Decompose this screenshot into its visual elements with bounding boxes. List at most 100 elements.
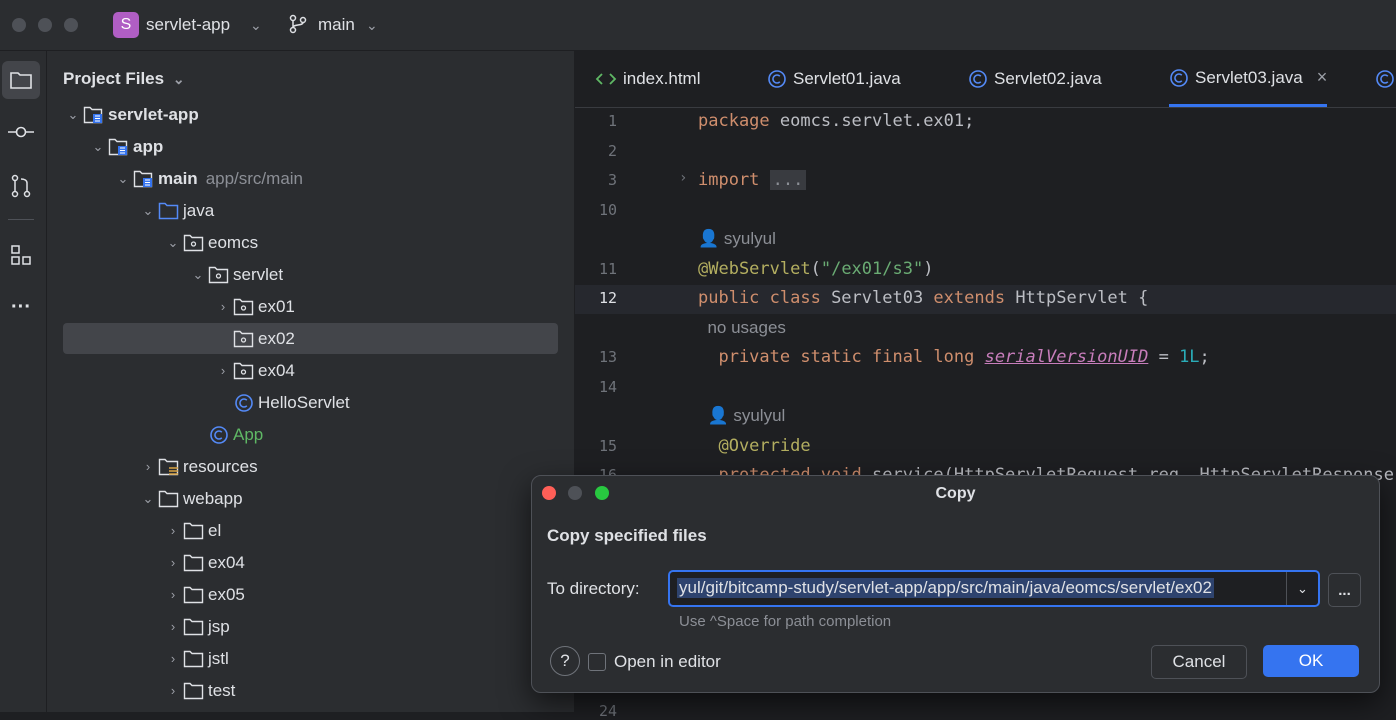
tree-item[interactable]: › ex05 xyxy=(63,579,558,610)
activity-bar: ··· xyxy=(0,51,47,712)
chevron-right-icon[interactable]: › xyxy=(163,555,183,570)
tree-item[interactable]: ⌄ app xyxy=(63,131,558,162)
tree-item[interactable]: ⌄ main app/src/main xyxy=(63,163,558,194)
copy-dialog: Copy Copy specified files To directory: … xyxy=(531,475,1380,693)
panel-title[interactable]: Project Files ⌄ xyxy=(63,69,185,89)
help-button[interactable]: ? xyxy=(550,646,580,676)
class-icon[interactable] xyxy=(1375,69,1395,94)
code-line: 11 @WebServlet("/ex01/s3") xyxy=(575,256,1396,285)
tree-item-label: App xyxy=(233,424,264,444)
structure-icon[interactable] xyxy=(2,236,40,274)
pull-requests-icon[interactable] xyxy=(2,167,40,205)
package-icon xyxy=(233,328,255,350)
folder-icon xyxy=(183,616,205,638)
tree-item-path-hint: app/src/main xyxy=(205,168,304,188)
panel-title-label: Project Files xyxy=(63,69,165,88)
package-icon xyxy=(208,264,230,286)
tree-item[interactable]: ⌄ servlet-app xyxy=(63,99,558,130)
code-text: 👤 syulyul xyxy=(698,229,776,249)
to-directory-field[interactable]: yul/git/bitcamp-study/servlet-app/app/sr… xyxy=(668,570,1320,607)
tree-item-label: el xyxy=(208,520,222,540)
line-number: 1 xyxy=(607,112,617,130)
chevron-down-icon[interactable]: ⌄ xyxy=(113,171,133,187)
tree-item[interactable]: App xyxy=(63,419,558,450)
chevron-right-icon[interactable]: › xyxy=(163,683,183,698)
code-token: @WebServlet xyxy=(698,258,811,279)
commit-icon[interactable] xyxy=(2,113,40,151)
window-minimize-button[interactable] xyxy=(38,18,52,32)
code-token[interactable]: ... xyxy=(769,170,807,190)
chevron-down-icon[interactable]: ⌄ xyxy=(138,491,158,507)
code-text: 👤 syulyul xyxy=(698,406,785,426)
chevron-down-icon[interactable]: ⌄ xyxy=(138,203,158,219)
browse-button[interactable]: ... xyxy=(1328,573,1361,607)
tab-servlet01-java[interactable]: Servlet01.java xyxy=(767,51,901,107)
close-icon[interactable]: × xyxy=(1317,67,1328,88)
tree-item[interactable]: HelloServlet xyxy=(63,387,558,418)
editor-tabs: index.html Servlet01.java Servlet02.java Se… xyxy=(575,51,1396,108)
chevron-down-icon[interactable]: ⌄ xyxy=(88,139,108,155)
tree-item-label: main xyxy=(158,168,198,188)
window-close-button[interactable] xyxy=(12,18,26,32)
tree-item[interactable]: ⌄ servlet xyxy=(63,259,558,290)
chevron-down-icon[interactable]: ⌄ xyxy=(366,17,378,34)
tree-item[interactable]: › resources xyxy=(63,451,558,482)
tree-item[interactable]: › el xyxy=(63,515,558,546)
folder-icon[interactable] xyxy=(2,61,40,99)
ok-button[interactable]: OK xyxy=(1263,645,1359,677)
tree-item-label: ex04 xyxy=(208,552,245,572)
tree-item[interactable]: › jstl xyxy=(63,643,558,674)
code-token: package xyxy=(698,111,770,131)
tab-servlet02-java[interactable]: Servlet02.java xyxy=(968,51,1102,107)
chevron-right-icon[interactable]: › xyxy=(163,651,183,666)
chevron-right-icon[interactable]: › xyxy=(213,299,233,314)
chevron-right-icon[interactable]: › xyxy=(213,363,233,378)
tab-label: Servlet01.java xyxy=(793,69,901,88)
project-badge[interactable]: S xyxy=(113,12,139,38)
code-line: 👤 syulyul xyxy=(575,403,1396,432)
chevron-down-icon[interactable]: ⌄ xyxy=(173,71,185,87)
class-icon xyxy=(208,424,230,446)
cancel-button[interactable]: Cancel xyxy=(1151,645,1247,679)
open-in-editor-label[interactable]: Open in editor xyxy=(614,652,721,672)
project-panel: Project Files ⌄ ⌄ servlet-app ⌄ app ⌄ main app… xyxy=(47,51,574,712)
to-directory-value[interactable]: yul/git/bitcamp-study/servlet-app/app/sr… xyxy=(677,578,1214,598)
code-token: private static final long xyxy=(698,347,985,367)
branch-name[interactable]: main xyxy=(318,15,355,35)
chevron-down-icon[interactable]: ⌄ xyxy=(250,17,262,34)
code-token: = xyxy=(1148,347,1180,367)
code-token: public class xyxy=(698,288,821,308)
tree-item-label: eomcs xyxy=(208,232,259,252)
tree-item[interactable]: ex02 xyxy=(63,323,558,354)
chevron-right-icon[interactable]: › xyxy=(163,587,183,602)
tree-item[interactable]: › jsp xyxy=(63,611,558,642)
class-icon xyxy=(233,392,255,414)
code-line: 15 @Override xyxy=(575,433,1396,462)
chevron-down-icon[interactable]: ⌄ xyxy=(188,267,208,283)
tree-item[interactable]: › ex04 xyxy=(63,547,558,578)
code-token: eomcs.servlet.ex01; xyxy=(779,111,975,131)
tree-item[interactable]: › test xyxy=(63,675,558,706)
chevron-down-icon[interactable]: ⌄ xyxy=(63,107,83,123)
chevron-right-icon[interactable]: › xyxy=(138,459,158,474)
chevron-down-icon[interactable]: ⌄ xyxy=(163,235,183,251)
tree-item[interactable]: ⌄ eomcs xyxy=(63,227,558,258)
tab-index-html[interactable]: index.html xyxy=(595,51,700,107)
window-zoom-button[interactable] xyxy=(64,18,78,32)
tab-servlet03-java[interactable]: Servlet03.java × xyxy=(1169,51,1328,107)
tree-item[interactable]: ⌄ webapp xyxy=(63,483,558,514)
chevron-right-icon[interactable]: › xyxy=(163,619,183,634)
fold-chevron-icon[interactable]: › xyxy=(679,170,687,186)
chevron-right-icon[interactable]: › xyxy=(163,523,183,538)
module-folder-icon xyxy=(83,104,105,126)
more-icon[interactable]: ··· xyxy=(2,288,40,326)
directory-history-dropdown[interactable]: ⌄ xyxy=(1286,572,1318,605)
code-token: ) xyxy=(923,258,934,279)
open-in-editor-checkbox[interactable] xyxy=(588,653,606,671)
tree-item[interactable]: › ex01 xyxy=(63,291,558,322)
code-token: ( xyxy=(810,258,821,279)
tree-item[interactable]: ⌄ java xyxy=(63,195,558,226)
tree-item[interactable]: › ex04 xyxy=(63,355,558,386)
project-name[interactable]: servlet-app xyxy=(146,15,230,35)
code-token: import xyxy=(698,170,760,190)
